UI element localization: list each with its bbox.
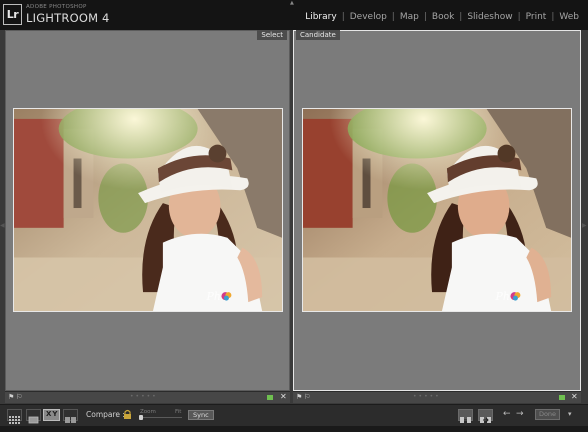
module-library[interactable]: Library: [300, 12, 341, 22]
sync-button[interactable]: Sync: [188, 410, 214, 420]
flag-icon[interactable]: ⚑: [296, 393, 302, 401]
panel-toggle-top-icon[interactable]: ▲: [290, 0, 294, 6]
select-label: Select: [257, 30, 287, 40]
module-book[interactable]: Book: [427, 12, 459, 22]
chevron-down-icon[interactable]: ▾: [568, 410, 572, 418]
color-label-green[interactable]: [559, 395, 565, 400]
filmstrip-edge: [0, 426, 588, 432]
next-arrow-icon[interactable]: →: [516, 409, 524, 419]
close-icon[interactable]: ✕: [280, 392, 287, 401]
zoom-slider-track[interactable]: [140, 417, 182, 418]
reject-flag-icon[interactable]: ⚐: [16, 393, 22, 401]
prev-arrow-icon[interactable]: ←: [503, 409, 511, 419]
module-web[interactable]: Web: [554, 12, 584, 22]
lightroom-logo: Lr: [3, 4, 22, 25]
select-photo[interactable]: Ph: [13, 108, 283, 312]
grid-view-icon: [9, 416, 20, 424]
survey-view-icon: [65, 417, 76, 423]
select-pane[interactable]: Select Ph: [5, 30, 290, 391]
rating-dots[interactable]: •••••: [130, 393, 158, 400]
identity-plate-bar: Lr ADOBE PHOTOSHOP LIGHTROOM 4 ▲ Library…: [0, 0, 588, 30]
loupe-view-button[interactable]: [26, 409, 41, 424]
photo-girl-in-hat: Ph: [14, 109, 282, 311]
module-map[interactable]: Map: [395, 12, 424, 22]
brand-title: LIGHTROOM 4: [26, 11, 110, 25]
panel-toggle-right-icon[interactable]: ▶: [582, 222, 587, 229]
survey-view-button[interactable]: [63, 409, 78, 423]
color-label-green[interactable]: [267, 395, 273, 400]
reject-flag-icon[interactable]: ⚐: [304, 393, 310, 401]
watermark-text: Ph: [206, 290, 221, 303]
flag-icon[interactable]: ⚑: [8, 393, 14, 401]
panel-toggle-left-icon[interactable]: ◀: [0, 222, 5, 229]
make-select-icon: [480, 417, 491, 423]
candidate-pane[interactable]: Candidate Ph: [293, 30, 581, 391]
rating-dots[interactable]: •••••: [413, 393, 441, 400]
watermark-text: Ph: [495, 290, 510, 303]
toolbar: XY Compare : Zoom Fit Sync ← → Done ▾: [0, 404, 588, 426]
brand-subtitle: ADOBE PHOTOSHOP: [26, 4, 87, 10]
swap-button[interactable]: [458, 409, 473, 423]
candidate-pane-footer: ⚑ ⚐ ••••• ✕: [293, 391, 581, 403]
done-button[interactable]: Done: [535, 409, 560, 420]
candidate-label: Candidate: [296, 30, 340, 40]
make-select-button[interactable]: [478, 409, 493, 423]
loupe-view-icon: [28, 416, 39, 424]
swap-icon: [460, 417, 471, 423]
candidate-photo[interactable]: Ph: [302, 108, 572, 312]
fit-label: Fit: [175, 409, 182, 415]
zoom-slider-thumb[interactable]: [139, 415, 143, 420]
lock-icon[interactable]: [123, 409, 132, 420]
close-icon[interactable]: ✕: [571, 392, 578, 401]
module-slideshow[interactable]: Slideshow: [462, 12, 517, 22]
photo-girl-in-hat: Ph: [303, 109, 571, 311]
compare-view-button[interactable]: XY: [43, 409, 60, 421]
select-pane-footer: ⚑ ⚐ ••••• ✕: [5, 391, 290, 403]
compare-view-icon: XY: [46, 410, 59, 418]
module-picker: Library | Develop | Map | Book | Slidesh…: [300, 12, 584, 22]
grid-view-button[interactable]: [7, 409, 22, 424]
module-develop[interactable]: Develop: [345, 12, 392, 22]
compare-label: Compare :: [86, 410, 125, 419]
module-print[interactable]: Print: [521, 12, 552, 22]
